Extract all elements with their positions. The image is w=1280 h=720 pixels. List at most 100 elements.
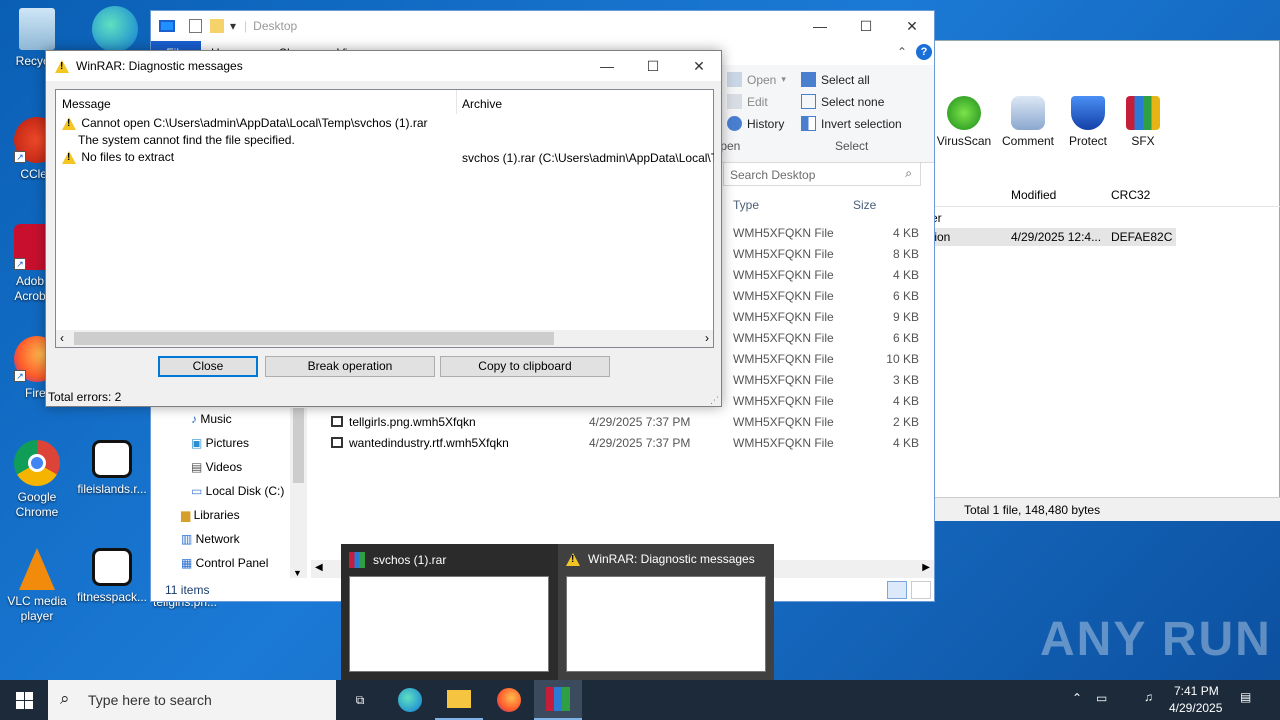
total-errors: Total errors: 2 [48, 390, 122, 404]
maximize-button[interactable]: ☐ [630, 51, 676, 81]
nav-item-pictures[interactable]: ▣ Pictures [191, 436, 249, 450]
close-dialog-button[interactable]: Close [158, 356, 258, 377]
firefox-taskbar-button[interactable] [485, 680, 533, 720]
chevron-up-icon[interactable]: ⌃ [1072, 691, 1082, 705]
warning-icon [55, 59, 69, 73]
resize-grip-icon[interactable]: ⋰ [710, 395, 719, 406]
scroll-right-icon[interactable]: › [705, 331, 709, 345]
details-view-icon[interactable] [887, 581, 907, 599]
tool-label: Protect [1068, 134, 1107, 148]
desktop-icon-edge[interactable] [78, 6, 152, 56]
desktop-icon-fitnesspack[interactable]: fitnesspack... [75, 548, 149, 605]
invert-selection-button[interactable]: Invert selection [801, 116, 902, 131]
file-size: 9 KB [892, 310, 919, 324]
speaker-icon[interactable]: ♫ [1144, 690, 1153, 704]
select-none-button[interactable]: Select none [801, 94, 884, 109]
minimize-button[interactable]: — [797, 11, 843, 41]
file-size: 8 KB [892, 247, 919, 261]
thumbnail-diagnostic[interactable]: WinRAR: Diagnostic messages [558, 544, 774, 680]
status-text: Total 1 file, 148,480 bytes [964, 503, 1101, 517]
edge-taskbar-button[interactable] [386, 680, 434, 720]
table-row[interactable]: tellgirls.png.wmh5Xfqkn 4/29/2025 7:37 PM… [311, 412, 931, 433]
clock-time[interactable]: 7:41 PM [1174, 684, 1219, 698]
videos-icon: ▤ [191, 460, 206, 474]
scroll-left-icon[interactable]: ‹ [60, 331, 64, 345]
explorer-taskbar-button[interactable] [435, 680, 483, 720]
tool-label: SFX [1131, 134, 1155, 148]
start-button[interactable] [0, 680, 48, 720]
column-archive[interactable]: Archive [462, 97, 502, 111]
search-input[interactable]: Search Desktop [730, 168, 815, 182]
thumbnail-title: WinRAR: Diagnostic messages [588, 552, 755, 566]
thumbnail-title: svchos (1).rar [373, 553, 447, 567]
warning-icon [62, 151, 76, 165]
column-modified[interactable]: Modified [1011, 188, 1056, 202]
close-button[interactable]: ✕ [676, 51, 722, 81]
file-size: 4 KB [892, 436, 919, 450]
column-message[interactable]: Message [62, 97, 111, 111]
winrar-taskbar-button[interactable] [534, 680, 582, 720]
nav-item-control-panel[interactable]: ▦ Control Panel [181, 556, 268, 570]
select-all-button[interactable]: Select all [801, 72, 870, 87]
help-icon[interactable]: ? [916, 44, 932, 60]
notifications-icon[interactable]: ▤ [1240, 690, 1251, 704]
desktop-icon-fileislands[interactable]: fileislands.r... [75, 440, 149, 497]
file-size: 2 KB [892, 415, 919, 429]
table-row[interactable]: wantedindustry.rtf.wmh5Xfqkn 4/29/2025 7:… [311, 433, 931, 454]
break-operation-button[interactable]: Break operation [265, 356, 435, 377]
search-box[interactable]: Search Desktop ⌕ [723, 162, 921, 186]
task-view-button[interactable]: ⧉ [336, 680, 384, 720]
minimize-button[interactable]: — [584, 51, 630, 81]
open-button[interactable]: Open ▾ [727, 72, 786, 87]
network-icon[interactable]: ▭ [1096, 691, 1107, 705]
warning-icon [566, 552, 580, 566]
close-button[interactable]: ✕ [889, 11, 935, 41]
large-icons-view-icon[interactable] [911, 581, 931, 599]
nav-item-local-disk[interactable]: ▭ Local Disk (C:) [191, 484, 284, 498]
nav-scrollbar[interactable]: ▼ [290, 408, 307, 578]
virusscan-button[interactable]: VirusScan [929, 96, 999, 148]
messages-list[interactable]: Message Archive Cannot open C:\Users\adm… [55, 89, 714, 348]
list-item-crc: DEFAE82C [1111, 230, 1173, 244]
edit-icon [727, 94, 742, 109]
window-title: Desktop [253, 19, 298, 33]
edit-button[interactable]: Edit [727, 94, 768, 109]
list-item[interactable]: The system cannot find the file specifie… [78, 133, 295, 147]
nav-item-libraries[interactable]: ▆ Libraries [181, 508, 240, 522]
file-icon [331, 416, 343, 427]
list-item-selected[interactable]: tion 4/29/2025 12:4... DEFAE82C [931, 228, 1176, 246]
shield-icon [1071, 96, 1105, 130]
sfx-button[interactable]: SFX [1108, 96, 1178, 148]
clock-date[interactable]: 4/29/2025 [1169, 701, 1222, 715]
chevron-down-icon[interactable]: ▾ [230, 19, 236, 33]
desktop-icon-label: Adob Acrob [14, 274, 46, 303]
column-crc32[interactable]: CRC32 [1111, 188, 1150, 202]
folder-icon[interactable] [210, 19, 224, 33]
list-item[interactable]: No files to extract svchos (1).rar (C:\U… [62, 150, 714, 167]
search-input[interactable]: Type here to search [88, 692, 212, 708]
recycle-bin-icon [19, 8, 55, 50]
list-item[interactable]: Cannot open C:\Users\admin\AppData\Local… [62, 116, 712, 133]
properties-icon[interactable] [189, 19, 202, 33]
thumbnail-winrar[interactable]: svchos (1).rar [341, 544, 557, 680]
diagnostic-dialog: WinRAR: Diagnostic messages — ☐ ✕ Messag… [45, 50, 722, 407]
column-size[interactable]: Size [853, 198, 876, 212]
maximize-button[interactable]: ☐ [843, 11, 889, 41]
windows-icon [15, 691, 33, 709]
file-type: WMH5XFQKN File [733, 310, 834, 324]
taskbar-search[interactable]: ⌕ Type here to search [48, 680, 336, 720]
horizontal-scrollbar[interactable]: ‹ › [56, 330, 713, 347]
nav-item-network[interactable]: ▥ Network [181, 532, 240, 546]
search-icon: ⌕ [60, 689, 70, 708]
column-type[interactable]: Type [733, 198, 759, 212]
history-button[interactable]: History [727, 116, 784, 131]
file-type: WMH5XFQKN File [733, 352, 834, 366]
chevron-up-icon[interactable]: ⌃ [897, 45, 907, 59]
nav-item-music[interactable]: ♪ Music [191, 412, 232, 426]
nav-item-videos[interactable]: ▤ Videos [191, 460, 242, 474]
desktop-icon-chrome[interactable]: Google Chrome [0, 440, 74, 520]
desktop-icon-vlc[interactable]: VLC media player [0, 548, 74, 624]
file-name: wantedindustry.rtf.wmh5Xfqkn [349, 436, 509, 450]
copy-to-clipboard-button[interactable]: Copy to clipboard [440, 356, 610, 377]
watermark: ANY RUN [1040, 613, 1272, 666]
